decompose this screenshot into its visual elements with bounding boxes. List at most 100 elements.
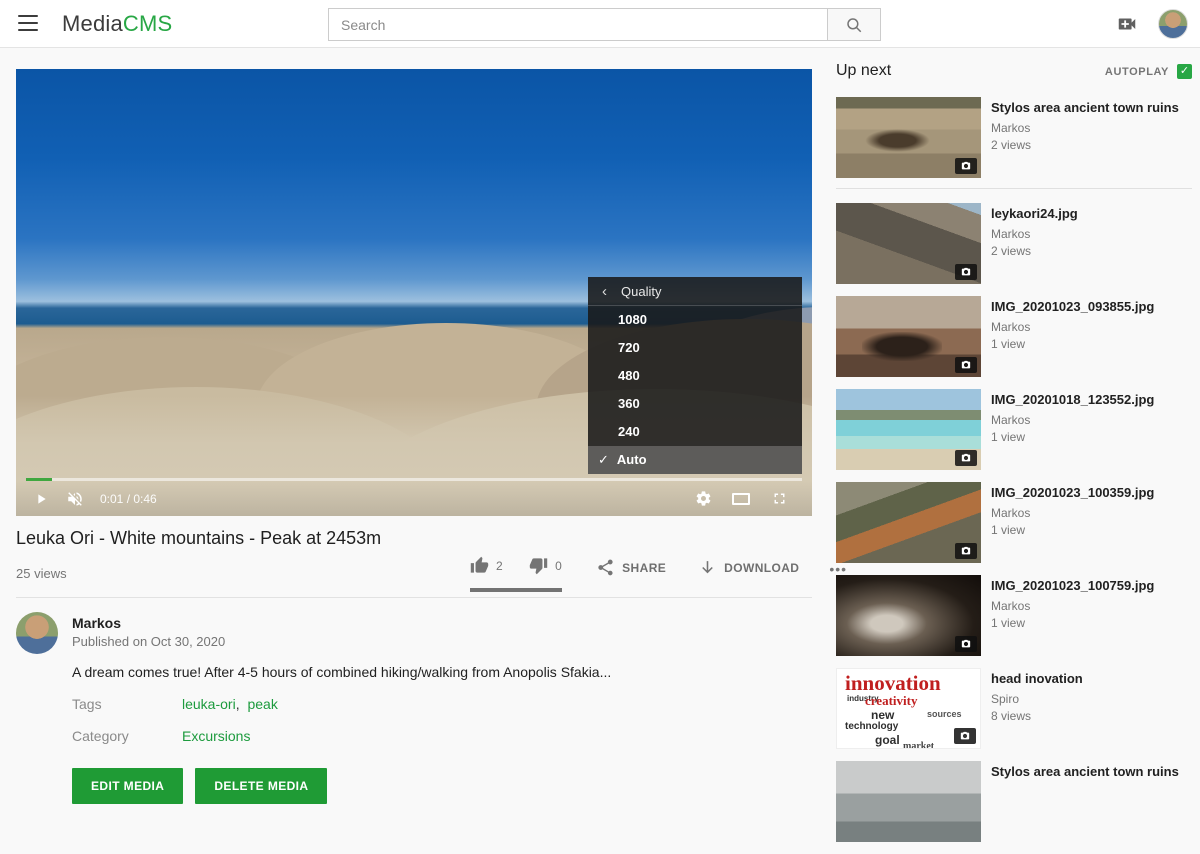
media-title[interactable]: Stylos area ancient town ruins [991, 764, 1179, 780]
quality-menu-header[interactable]: ‹ Quality [588, 277, 802, 306]
app-logo[interactable]: MediaCMS [62, 11, 172, 37]
media-author: Markos [991, 121, 1179, 135]
divider [16, 597, 812, 598]
time-display: 0:01 / 0:46 [100, 492, 157, 506]
media-author: Spiro [991, 692, 1083, 706]
category-link-excursions[interactable]: Excursions [182, 728, 250, 744]
up-next-item-5[interactable]: IMG_20201023_100359.jpg Markos 1 view [836, 482, 1192, 563]
media-thumbnail[interactable] [836, 575, 981, 656]
media-author: Markos [991, 227, 1078, 241]
author-name[interactable]: Markos [72, 615, 121, 631]
share-button[interactable]: SHARE [596, 558, 666, 590]
top-navigation-bar: MediaCMS [0, 0, 1200, 48]
media-author: Markos [991, 413, 1154, 427]
media-author: Markos [991, 599, 1154, 613]
dislike-count: 0 [555, 559, 562, 573]
like-dislike-group: 2 0 [470, 556, 562, 592]
media-title[interactable]: IMG_20201018_123552.jpg [991, 392, 1154, 408]
divider [836, 188, 1192, 189]
action-bar: 2 0 SHARE [470, 556, 847, 592]
menu-icon[interactable] [18, 15, 38, 31]
camera-badge-icon [955, 543, 977, 559]
media-thumbnail[interactable] [836, 482, 981, 563]
media-thumbnail[interactable]: innovation industry creativity new sourc… [836, 668, 981, 749]
up-next-sidebar: Up next AUTOPLAY ✓ Stylos area ancient t… [836, 48, 1192, 785]
thumbs-down-icon [529, 556, 548, 575]
media-author: Markos [991, 506, 1154, 520]
logo-text-cms: CMS [123, 11, 173, 36]
media-views: 1 view [991, 337, 1154, 351]
thumbs-up-icon [470, 556, 489, 575]
mute-button[interactable] [62, 486, 88, 512]
quality-menu-title: Quality [621, 284, 661, 299]
media-views: 2 views [991, 244, 1078, 258]
fullscreen-button[interactable] [766, 486, 792, 512]
media-views: 2 views [991, 138, 1179, 152]
media-title[interactable]: head inovation [991, 671, 1083, 687]
play-button[interactable] [28, 486, 54, 512]
user-avatar[interactable] [1158, 9, 1188, 39]
up-next-item-7[interactable]: innovation industry creativity new sourc… [836, 668, 1192, 749]
camera-badge-icon [955, 357, 977, 373]
search-input[interactable] [328, 8, 827, 41]
theater-mode-icon [732, 493, 750, 505]
published-date: Published on Oct 30, 2020 [72, 634, 225, 649]
up-next-list: Stylos area ancient town ruins Markos 2 … [836, 97, 1192, 854]
media-thumbnail[interactable] [836, 203, 981, 284]
wordcloud-word: new [871, 708, 894, 722]
gear-icon [695, 490, 712, 507]
view-count: 25 views [16, 566, 67, 581]
dislike-button[interactable]: 0 [529, 556, 562, 575]
settings-button[interactable] [690, 486, 716, 512]
quality-option-1080[interactable]: 1080 [588, 306, 802, 334]
quality-option-360[interactable]: 360 [588, 390, 802, 418]
media-views: 1 view [991, 616, 1154, 630]
media-thumbnail[interactable] [836, 296, 981, 377]
like-button[interactable]: 2 [470, 556, 503, 575]
video-add-icon [1116, 13, 1138, 35]
delete-media-button[interactable]: DELETE MEDIA [195, 768, 327, 804]
up-next-item-6[interactable]: IMG_20201023_100759.jpg Markos 1 view [836, 575, 1192, 656]
up-next-item-4[interactable]: IMG_20201018_123552.jpg Markos 1 view [836, 389, 1192, 470]
camera-badge-icon [954, 728, 976, 744]
media-title[interactable]: IMG_20201023_100759.jpg [991, 578, 1154, 594]
autoplay-control: AUTOPLAY ✓ [1105, 64, 1192, 79]
edit-media-button[interactable]: EDIT MEDIA [72, 768, 183, 804]
like-count: 2 [496, 559, 503, 573]
media-thumbnail[interactable] [836, 761, 981, 842]
media-thumbnail[interactable] [836, 389, 981, 470]
up-next-item-3[interactable]: IMG_20201023_093855.jpg Markos 1 view [836, 296, 1192, 377]
quality-option-240[interactable]: 240 [588, 418, 802, 446]
quality-option-720[interactable]: 720 [588, 334, 802, 362]
tag-link-leuka-ori[interactable]: leuka-ori [182, 696, 236, 712]
quality-option-480[interactable]: 480 [588, 362, 802, 390]
wordcloud-word: goal [875, 733, 900, 747]
media-title[interactable]: IMG_20201023_093855.jpg [991, 299, 1154, 315]
quality-menu: ‹ Quality 1080 720 480 360 240 ✓ Auto [588, 277, 802, 474]
media-author: Markos [991, 320, 1154, 334]
search-button[interactable] [827, 8, 881, 41]
wordcloud-word: sources [927, 709, 962, 719]
autoplay-checkbox[interactable]: ✓ [1177, 64, 1192, 79]
download-button[interactable]: DOWNLOAD [698, 558, 799, 590]
media-title[interactable]: leykaori24.jpg [991, 206, 1078, 222]
media-title[interactable]: IMG_20201023_100359.jpg [991, 485, 1154, 501]
media-thumbnail[interactable] [836, 97, 981, 178]
media-title[interactable]: Stylos area ancient town ruins [991, 100, 1179, 116]
tag-separator: , [236, 696, 240, 712]
up-next-item-2[interactable]: leykaori24.jpg Markos 2 views [836, 203, 1192, 284]
upload-media-button[interactable] [1116, 13, 1138, 35]
download-label: DOWNLOAD [724, 561, 799, 575]
author-avatar[interactable] [16, 612, 58, 654]
check-icon: ✓ [598, 446, 609, 474]
video-player[interactable]: ‹ Quality 1080 720 480 360 240 ✓ Auto [16, 69, 812, 516]
camera-badge-icon [955, 636, 977, 652]
up-next-item-8[interactable]: Stylos area ancient town ruins [836, 761, 1192, 842]
theater-mode-button[interactable] [728, 486, 754, 512]
fullscreen-icon [771, 490, 788, 507]
camera-badge-icon [955, 450, 977, 466]
quality-option-auto[interactable]: ✓ Auto [588, 446, 802, 474]
up-next-item-1[interactable]: Stylos area ancient town ruins Markos 2 … [836, 97, 1192, 178]
tag-link-peak[interactable]: peak [247, 696, 277, 712]
page-title: Leuka Ori - White mountains - Peak at 24… [16, 528, 716, 549]
